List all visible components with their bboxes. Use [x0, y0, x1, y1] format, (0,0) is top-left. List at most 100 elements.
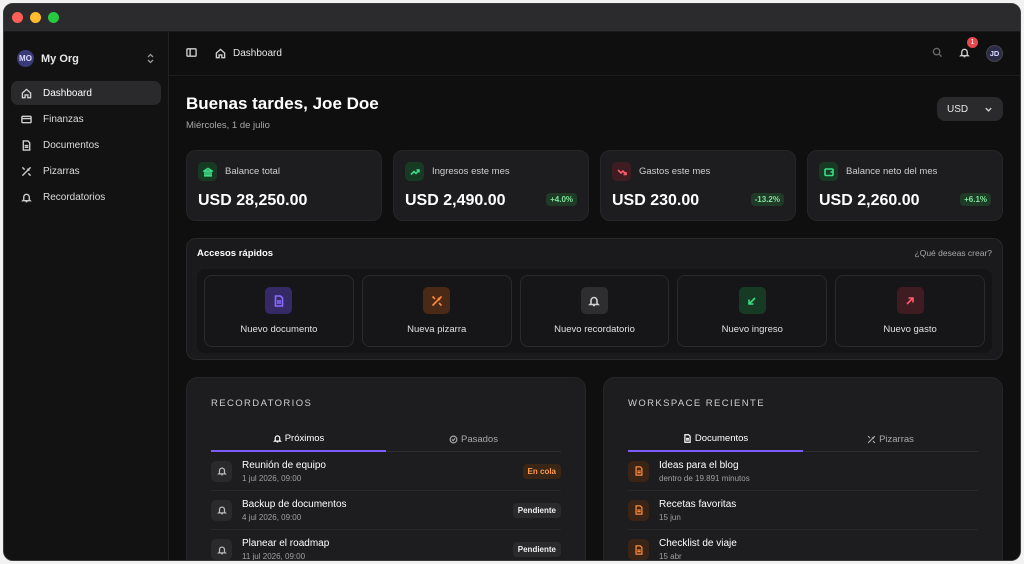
bell-icon: [19, 190, 33, 204]
list-item[interactable]: Planear el roadmap 11 jul 2026, 09:00 Pe…: [211, 530, 561, 560]
quick-action-label: Nuevo recordatorio: [554, 324, 635, 335]
list-item[interactable]: Checklist de viaje 15 abr: [628, 530, 978, 560]
stat-card-ingresos: Ingresos este mes USD 2,490.00 +4.0%: [393, 150, 589, 221]
bell-icon: [211, 460, 232, 482]
org-name: My Org: [41, 52, 79, 65]
status-badge: En cola: [522, 463, 561, 479]
sidebar-item-documentos[interactable]: Documentos: [11, 133, 161, 157]
breadcrumb: Dashboard: [215, 48, 282, 59]
sidebar-item-label: Recordatorios: [43, 191, 106, 203]
list-item[interactable]: Backup de documentos 4 jul 2026, 09:00 P…: [211, 491, 561, 530]
stats-row: Balance total USD 28,250.00 Ingresos est…: [186, 150, 1003, 221]
pencil-ruler-icon: [19, 164, 33, 178]
chevron-down-icon: [985, 107, 992, 112]
panel-title: WORKSPACE RECIENTE: [628, 398, 765, 409]
list-item[interactable]: Ideas para el blog dentro de 19.891 minu…: [628, 452, 978, 491]
pencil-ruler-icon: [867, 435, 876, 443]
list-item[interactable]: Recetas favoritas 15 jun: [628, 491, 978, 530]
user-avatar[interactable]: JD: [986, 45, 1003, 62]
sidebar: MO My Org Dashboard Finanzas Documentos …: [4, 32, 169, 560]
new-income-button[interactable]: Nuevo ingreso: [677, 275, 828, 347]
stat-delta-badge: +6.1%: [960, 193, 991, 206]
file-icon: [19, 138, 33, 152]
new-reminder-button[interactable]: Nuevo recordatorio: [519, 275, 670, 347]
bell-icon: [211, 539, 232, 560]
stat-card-gastos: Gastos este mes USD 230.00 -13.2%: [600, 150, 796, 221]
wallet-icon: [819, 162, 838, 181]
currency-value: USD: [947, 103, 969, 115]
bank-icon: [198, 162, 217, 181]
sidebar-item-label: Documentos: [43, 139, 100, 151]
status-badge: Pendiente: [512, 502, 561, 518]
stat-delta-badge: -13.2%: [750, 193, 784, 206]
quick-action-label: Nuevo ingreso: [721, 324, 783, 335]
sidebar-item-recordatorios[interactable]: Recordatorios: [11, 185, 161, 209]
home-icon: [215, 48, 226, 59]
document-date: 15 abr: [659, 552, 682, 560]
stat-card-balance-neto: Balance neto del mes USD 2,260.00 +6.1%: [807, 150, 1003, 221]
sidebar-item-label: Finanzas: [43, 113, 84, 125]
card-icon: [19, 112, 33, 126]
reminder-title: Planear el roadmap: [242, 538, 330, 549]
quick-action-label: Nuevo gasto: [883, 324, 937, 335]
main-area: Dashboard 1 JD Buenas tardes, Joe Doe Mi…: [169, 32, 1020, 560]
bell-icon: [272, 435, 282, 443]
new-whiteboard-button[interactable]: Nueva pizarra: [361, 275, 512, 347]
document-title: Checklist de viaje: [659, 538, 737, 549]
tab-label: Pasados: [461, 433, 498, 445]
quick-access-hint: ¿Qué deseas crear?: [914, 248, 992, 258]
search-icon: [932, 47, 943, 57]
close-window-button[interactable]: [12, 12, 23, 23]
tab-proximos[interactable]: Próximos: [211, 433, 386, 452]
sidebar-item-pizarras[interactable]: Pizarras: [11, 159, 161, 183]
notifications-button[interactable]: 1: [959, 36, 978, 63]
new-document-button[interactable]: Nuevo documento: [204, 275, 354, 347]
recent-workspace-panel: WORKSPACE RECIENTE Documentos Pizarras I…: [603, 377, 1003, 560]
currency-select[interactable]: USD: [937, 97, 1003, 121]
search-button[interactable]: [932, 45, 943, 63]
tab-pasados[interactable]: Pasados: [386, 433, 561, 451]
bell-icon: [959, 48, 970, 57]
chevron-up-down-icon: [147, 53, 154, 64]
sidebar-item-dashboard[interactable]: Dashboard: [11, 81, 161, 105]
stat-value: USD 28,250.00: [198, 192, 308, 209]
new-expense-button[interactable]: Nuevo gasto: [835, 275, 985, 347]
sidebar-item-finanzas[interactable]: Finanzas: [11, 107, 161, 131]
minimize-window-button[interactable]: [30, 12, 41, 23]
tab-documentos[interactable]: Documentos: [628, 433, 803, 452]
quick-access-panel: Accesos rápidos ¿Qué deseas crear? Nuevo…: [186, 238, 1003, 360]
arrow-up-right-icon: [896, 287, 924, 314]
app-window: MO My Org Dashboard Finanzas Documentos …: [3, 3, 1021, 561]
stat-card-balance-total: Balance total USD 28,250.00: [186, 150, 382, 221]
document-date: 15 jun: [659, 512, 681, 522]
stat-label: Ingresos este mes: [432, 166, 510, 177]
quick-action-label: Nuevo documento: [240, 324, 318, 335]
toggle-sidebar-button[interactable]: [186, 45, 197, 63]
reminder-date: 1 jul 2026, 09:00: [242, 473, 302, 483]
stat-label: Balance neto del mes: [846, 166, 938, 177]
tab-label: Pizarras: [879, 433, 914, 445]
reminder-date: 11 jul 2026, 09:00: [242, 552, 306, 560]
document-title: Ideas para el blog: [659, 459, 739, 471]
org-avatar: MO: [17, 50, 34, 67]
list-item[interactable]: Reunión de equipo 1 jul 2026, 09:00 En c…: [211, 452, 561, 491]
trending-down-icon: [612, 162, 631, 181]
file-icon: [628, 539, 649, 560]
org-switcher[interactable]: MO My Org: [11, 46, 161, 71]
trending-up-icon: [405, 162, 424, 181]
breadcrumb-current[interactable]: Dashboard: [233, 48, 282, 59]
stat-delta-badge: +4.0%: [546, 193, 577, 206]
status-badge: Pendiente: [512, 542, 561, 557]
pencil-ruler-icon: [423, 287, 451, 314]
panel-title: RECORDATORIOS: [211, 398, 313, 409]
reminder-date: 4 jul 2026, 09:00: [242, 512, 302, 522]
reminder-title: Reunión de equipo: [242, 459, 326, 471]
maximize-window-button[interactable]: [48, 12, 59, 23]
file-icon: [628, 499, 649, 521]
reminder-title: Backup de documentos: [242, 498, 347, 510]
sidebar-item-label: Pizarras: [43, 165, 80, 177]
quick-access-title: Accesos rápidos: [197, 247, 274, 259]
document-title: Recetas favoritas: [659, 498, 737, 510]
check-circle-icon: [449, 435, 458, 443]
tab-pizarras[interactable]: Pizarras: [803, 433, 978, 451]
